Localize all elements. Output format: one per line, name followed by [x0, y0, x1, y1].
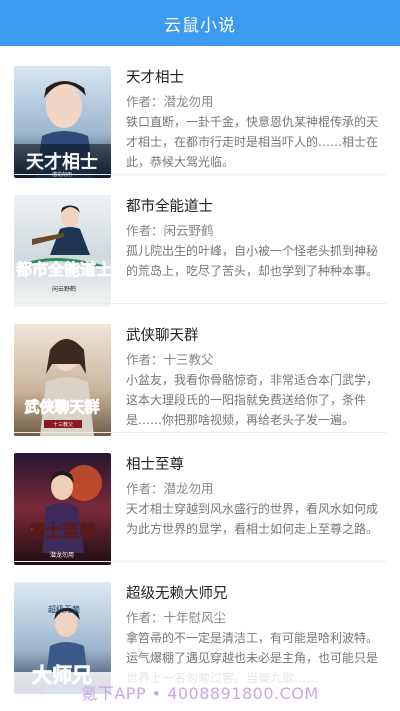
author-label: 作者：	[126, 610, 164, 625]
book-cover[interactable]: 武侠聊天群 十三教父	[14, 324, 111, 436]
author-name: 十三教父	[163, 352, 214, 367]
book-item[interactable]: 天才相士 潜龙勿用 天才相士 作者：潜龙勿用 铁口直断，一卦千金，快意恩仇某神棍…	[0, 46, 400, 178]
cover-image: 天才相士 潜龙勿用	[14, 66, 111, 178]
cover-image: 相士至尊 潜龙勿用	[14, 453, 111, 565]
cover-author: 闲云野鹤	[52, 285, 76, 293]
book-cover[interactable]: 相士至尊 潜龙勿用	[14, 453, 111, 565]
cover-title: 都市全能道士	[15, 260, 111, 279]
watermark-banner: 氪下APP • 4008891800.COM	[0, 672, 400, 711]
author-label: 作者：	[126, 94, 164, 109]
author-label: 作者：	[126, 352, 164, 367]
book-cover[interactable]: 天才相士 潜龙勿用	[14, 66, 111, 178]
author-name: 十年慰风尘	[163, 610, 227, 625]
cover-title: 相士至尊	[28, 521, 96, 542]
book-author: 作者：十三教父	[126, 349, 214, 368]
app-bar: 云鼠小说	[0, 0, 400, 46]
book-author: 作者：十年慰风尘	[126, 607, 226, 626]
book-cover[interactable]: 都市全能道士 闲云野鹤	[14, 195, 111, 307]
author-name: 闲云野鹤	[163, 223, 214, 238]
book-list[interactable]: 天才相士 潜龙勿用 天才相士 作者：潜龙勿用 铁口直断，一卦千金，快意恩仇某神棍…	[0, 46, 400, 711]
author-name: 潜龙勿用	[163, 481, 214, 496]
author-label: 作者：	[126, 481, 164, 496]
book-description: 天才相士穿越到风水盛行的世界，看风水如何成为此方世界的显学，看相士如何走上至尊之…	[126, 502, 379, 536]
cover-title: 天才相士	[26, 151, 98, 173]
book-author: 作者：闲云野鹤	[126, 220, 214, 239]
book-description: 铁口直断，一卦千金，快意恩仇某神棍传承的天才相士，在都市行走时是相当吓人的……相…	[126, 115, 379, 169]
book-title[interactable]: 武侠聊天群	[126, 324, 199, 345]
author-name: 潜龙勿用	[163, 94, 214, 109]
book-author: 作者：潜龙勿用	[126, 91, 214, 110]
book-title[interactable]: 都市全能道士	[126, 195, 213, 216]
book-description: 小盆友，我看你骨骼惊奇，非常适合本门武学，这本大理段氏的一阳指就免费送给你了，条…	[126, 373, 379, 427]
app-title: 云鼠小说	[164, 15, 236, 36]
book-title[interactable]: 天才相士	[126, 66, 184, 87]
cover-title: 武侠聊天群	[24, 398, 99, 416]
book-description: 孤儿院出生的叶峰，自小被一个怪老头抓到神秘的荒岛上，吃尽了苦头，却也学到了种种本…	[126, 244, 379, 278]
book-title[interactable]: 超级无赖大师兄	[126, 582, 228, 603]
cover-author: 潜龙勿用	[50, 551, 74, 559]
watermark-text: 氪下APP • 4008891800.COM	[81, 683, 319, 703]
book-title[interactable]: 相士至尊	[126, 453, 184, 474]
author-label: 作者：	[126, 223, 164, 238]
cover-image: 都市全能道士 闲云野鹤	[14, 195, 111, 307]
book-author: 作者：潜龙勿用	[126, 478, 214, 497]
cover-author: 十三教父	[53, 421, 73, 428]
cover-subtitle: 超级无赖	[48, 604, 80, 614]
cover-image: 武侠聊天群 十三教父	[14, 324, 111, 436]
book-item[interactable]: 相士至尊 潜龙勿用 相士至尊 作者：潜龙勿用 天才相士穿越到风水盛行的世界，看风…	[0, 433, 400, 565]
book-item[interactable]: 都市全能道士 闲云野鹤 都市全能道士 作者：闲云野鹤 孤儿院出生的叶峰，自小被一…	[0, 175, 400, 307]
book-item[interactable]: 武侠聊天群 十三教父 武侠聊天群 作者：十三教父 小盆友，我看你骨骼惊奇，非常适…	[0, 304, 400, 436]
